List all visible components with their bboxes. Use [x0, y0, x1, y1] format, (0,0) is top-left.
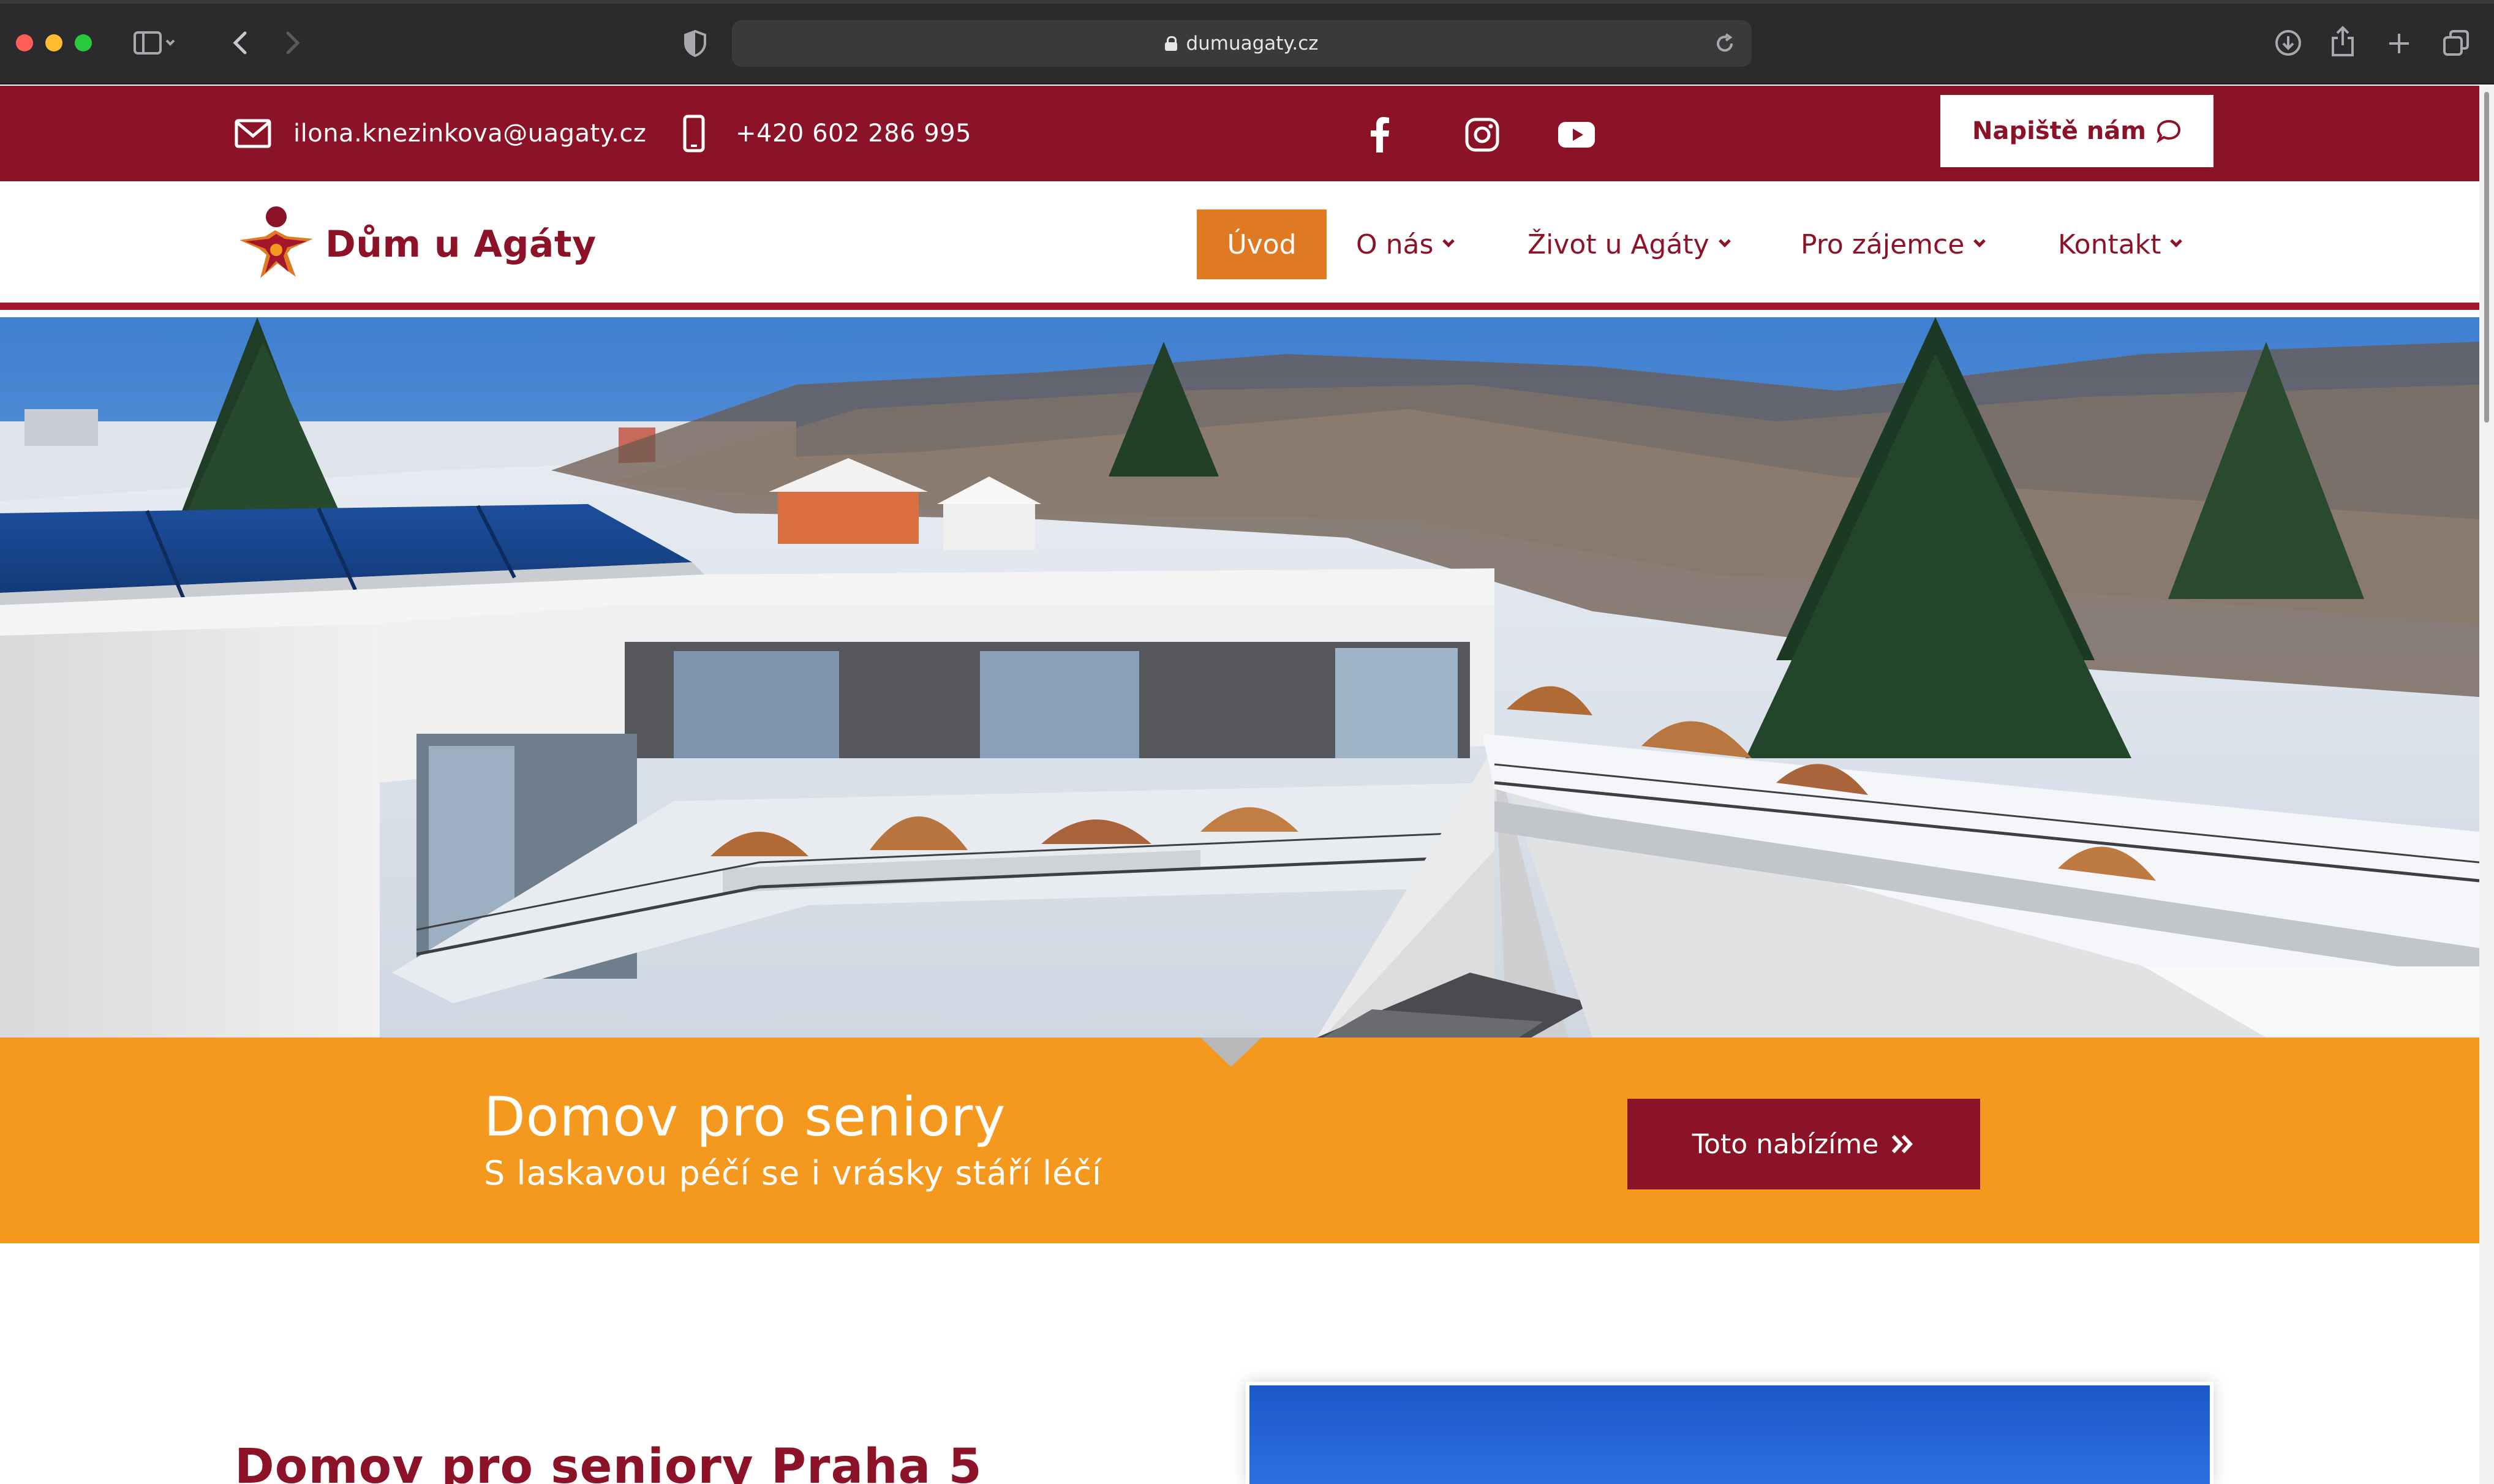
back-icon[interactable] — [227, 28, 254, 58]
url-text: dumuagaty.cz — [1186, 32, 1319, 55]
shield-icon[interactable] — [680, 28, 710, 59]
instagram-icon[interactable] — [1463, 115, 1502, 154]
offer-button[interactable]: Toto nabízíme — [1627, 1099, 1980, 1189]
email-text: ilona.knezinkova@uagaty.cz — [293, 119, 647, 148]
double-chevron-icon — [1892, 1134, 1913, 1154]
page-scrollbar[interactable] — [2479, 86, 2494, 1484]
chevron-down-icon — [1442, 235, 1455, 247]
nav-item-label: Život u Agáty — [1528, 228, 1709, 260]
plus-icon[interactable] — [2384, 28, 2414, 59]
forward-icon[interactable] — [279, 28, 306, 58]
offer-button-label: Toto nabízíme — [1692, 1128, 1879, 1160]
write-us-label: Napiště nám — [1972, 117, 2146, 145]
share-icon[interactable] — [2327, 24, 2358, 59]
nav-item-uvod[interactable]: Úvod — [1197, 209, 1327, 279]
main-navigation: Dům u Agáty Úvod O nás Život u Agáty Pro… — [0, 181, 2479, 310]
phone-text: +420 602 286 995 — [736, 119, 972, 148]
tabs-icon[interactable] — [2440, 27, 2472, 59]
write-us-button[interactable]: Napiště nám — [1940, 95, 2213, 167]
nav-item-kontakt[interactable]: Kontakt — [2058, 209, 2183, 279]
nav-item-label: Pro zájemce — [1801, 228, 1965, 260]
email-link[interactable]: ilona.knezinkova@uagaty.cz — [235, 86, 646, 181]
close-window-button[interactable] — [16, 34, 33, 51]
chat-icon — [2157, 119, 2180, 143]
hero-image — [0, 317, 2479, 1038]
download-icon[interactable] — [2272, 27, 2304, 59]
phone-icon — [683, 115, 705, 153]
nav-item-label: Úvod — [1227, 228, 1297, 260]
intro-banner: Domov pro seniory S laskavou péčí se i v… — [0, 1038, 2479, 1243]
window-edge — [0, 0, 2494, 4]
browser-toolbar: dumuagaty.cz — [0, 0, 2494, 85]
chevron-down-icon — [1718, 235, 1731, 247]
reload-icon[interactable] — [1711, 30, 1738, 57]
nav-item-pro-zajemce[interactable]: Pro zájemce — [1801, 209, 1986, 279]
nav-item-label: O nás — [1356, 228, 1434, 260]
sidebar-icon[interactable] — [129, 29, 178, 56]
banner-notch — [1200, 1038, 1262, 1067]
facebook-icon[interactable] — [1360, 115, 1399, 154]
chevron-down-icon — [1973, 235, 1986, 247]
scrollbar-thumb[interactable] — [2484, 92, 2489, 423]
nav-item-o-nas[interactable]: O nás — [1356, 209, 1455, 279]
banner-title: Domov pro seniory — [484, 1085, 1006, 1148]
nav-item-zivot-u-agaty[interactable]: Život u Agáty — [1528, 209, 1731, 279]
logo-text: Dům u Agáty — [325, 223, 597, 266]
phone-link[interactable]: +420 602 286 995 — [683, 86, 971, 181]
content-section: Domov pro seniory Praha 5 — [0, 1243, 2479, 1484]
section-heading: Domov pro seniory Praha 5 — [235, 1439, 982, 1484]
site-logo[interactable]: Dům u Agáty — [235, 205, 597, 284]
minimize-window-button[interactable] — [45, 34, 62, 51]
youtube-icon[interactable] — [1557, 115, 1596, 154]
chevron-down-icon — [2170, 235, 2183, 247]
banner-subtitle: S laskavou péčí se i vrásky stáří léčí — [484, 1154, 1102, 1192]
section-image — [1246, 1382, 2213, 1484]
nav-item-label: Kontakt — [2058, 228, 2161, 260]
maximize-window-button[interactable] — [75, 34, 92, 51]
lock-icon — [1165, 36, 1178, 51]
logo-flower-icon — [239, 206, 313, 278]
mail-icon — [235, 119, 271, 148]
address-bar[interactable]: dumuagaty.cz — [732, 20, 1752, 67]
